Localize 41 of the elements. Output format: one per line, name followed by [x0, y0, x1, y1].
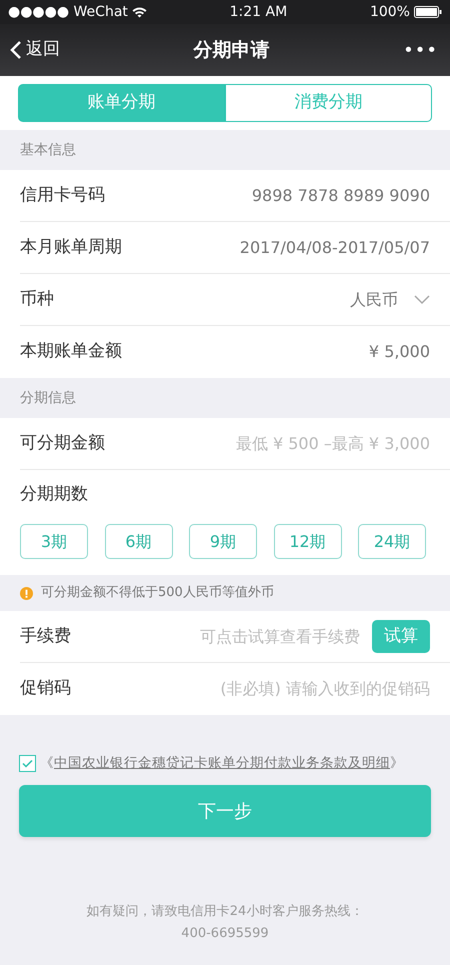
period-option[interactable]: 6期: [104, 524, 172, 559]
warning-icon: [20, 586, 33, 600]
tab[interactable]: 账单分期: [18, 84, 225, 122]
back-chevron-icon: [10, 40, 22, 60]
calculate-button[interactable]: 试算: [372, 620, 430, 654]
chevron-down-icon: [414, 294, 430, 304]
agreement-checkbox[interactable]: [19, 754, 36, 772]
field-value: 9898 7878 8989 9090: [252, 184, 430, 206]
fee-hint: 可点击试算查看手续费: [200, 626, 360, 648]
terms-link[interactable]: 中国农业银行金穗贷记卡账单分期付款业务条款及明细: [54, 755, 390, 771]
back-button[interactable]: 返回: [0, 37, 194, 63]
period-option[interactable]: 9期: [189, 524, 257, 559]
section-heading: 分期信息: [20, 388, 76, 408]
help-text: 如有疑问，请致电信用卡24小时客户服务热线：: [86, 903, 364, 922]
field-value: ¥ 5,000: [368, 341, 430, 363]
period-option[interactable]: 24期: [358, 524, 426, 559]
field-label: 本月账单周期: [20, 236, 122, 259]
notice-text: 可分期金额不得低于500人民币等值外币: [41, 584, 274, 602]
clock-text: 1:21 AM: [228, 2, 288, 22]
field-label: 信用卡号码: [20, 184, 105, 207]
field-label: 币种: [20, 288, 54, 311]
period-option[interactable]: 3期: [20, 524, 88, 559]
next-button[interactable]: 下一步: [19, 785, 431, 838]
field-value: 2017/04/08-2017/05/07: [240, 236, 430, 258]
field-label: 促销码: [20, 677, 71, 700]
hotline-number: 400-6695599: [181, 925, 269, 944]
carrier-text: ●●●●● WeChat: [8, 2, 128, 22]
battery-text: 100%: [370, 2, 410, 22]
field-label: 可分期金额: [20, 432, 105, 455]
agreement-text: 《中国农业银行金穗贷记卡账单分期付款业务条款及明细》: [40, 754, 404, 773]
check-icon: [22, 758, 33, 768]
field-label: 手续费: [20, 624, 71, 648]
more-button[interactable]: •••: [403, 36, 450, 64]
section-heading: 基本信息: [20, 140, 76, 160]
wifi-icon: [132, 6, 147, 18]
battery-icon: [414, 6, 442, 18]
field-label: 分期期数: [20, 483, 88, 506]
tab[interactable]: 消费分期: [225, 84, 432, 122]
page-title: 分期申请: [194, 38, 270, 63]
field-label: 本期账单金额: [20, 340, 122, 364]
period-option[interactable]: 12期: [274, 524, 342, 559]
